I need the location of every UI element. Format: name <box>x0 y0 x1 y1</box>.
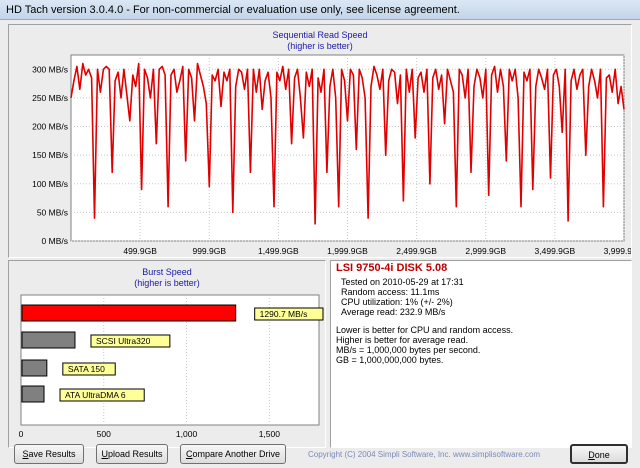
sequential-y-tick: 100 MB/s <box>32 179 68 189</box>
burst-speed-chart: 0 500 1,000 1,500 1290.7 MB/s SCSI Ultra320 SA… <box>19 294 324 439</box>
sequential-x-tick: 999.9GB <box>192 246 226 256</box>
burst-bar <box>21 331 76 349</box>
drive-info-panel: LSI 9750-4i DISK 5.08 Tested on 2010-05-… <box>330 260 632 448</box>
sequential-x-tick: 3,499.9GB <box>535 246 576 256</box>
note-lower-better: Lower is better for CPU and random acces… <box>336 325 514 335</box>
burst-bar <box>21 385 45 403</box>
upload-results-button[interactable]: Upload Results <box>96 444 168 464</box>
burst-bar-label: ATA UltraDMA 6 <box>65 390 126 400</box>
sequential-y-tick: 200 MB/s <box>32 122 68 132</box>
random-access: Random access: 11.1ms <box>341 287 440 297</box>
sequential-x-tick: 2,499.9GB <box>396 246 437 256</box>
sequential-x-tick: 2,999.9GB <box>465 246 506 256</box>
compare-another-drive-button[interactable]: Compare Another Drive <box>180 444 286 464</box>
sequential-y-tick: 300 MB/s <box>32 64 68 74</box>
sequential-x-tick: 1,999.9GB <box>327 246 368 256</box>
sequential-x-tick: 3,999.9GE <box>604 246 631 256</box>
done-button[interactable]: Done <box>570 444 628 464</box>
burst-bar-label: 1290.7 MB/s <box>260 309 308 319</box>
average-read: Average read: 232.9 MB/s <box>341 307 446 317</box>
sequential-y-tick: 50 MB/s <box>37 207 68 217</box>
window-title: HD Tach version 3.0.4.0 - For non-commer… <box>6 4 460 16</box>
burst-bar-label: SCSI Ultra320 <box>96 336 151 346</box>
burst-speed-panel: Burst Speed (higher is better) 0 500 1,000… <box>8 260 326 448</box>
burst-x-tick: 500 <box>97 429 111 439</box>
burst-bar-label: SATA 150 <box>68 364 105 374</box>
note-higher-better: Higher is better for average read. <box>336 335 469 345</box>
sequential-read-panel: Sequential Read Speed (higher is better)… <box>8 24 632 258</box>
note-mbs-definition: MB/s = 1,000,000 bytes per second. <box>336 345 481 355</box>
note-gb-definition: GB = 1,000,000,000 bytes. <box>336 355 444 365</box>
main-area: Sequential Read Speed (higher is better)… <box>0 20 640 468</box>
copyright-text: Copyright (C) 2004 Simpli Software, Inc.… <box>308 450 541 459</box>
sequential-read-chart: 0 MB/s 50 MB/s 100 MB/s 150 MB/s 200 MB/s 250… <box>32 54 631 256</box>
sequential-y-tick: 0 MB/s <box>42 236 68 246</box>
burst-bar <box>21 304 237 322</box>
burst-x-tick: 0 <box>19 429 24 439</box>
burst-bar <box>21 359 48 377</box>
save-results-button[interactable]: Save Results <box>14 444 84 464</box>
sequential-y-tick: 250 MB/s <box>32 93 68 103</box>
burst-x-tick: 1,500 <box>259 429 281 439</box>
sequential-x-tick: 1,499.9GB <box>258 246 299 256</box>
test-date: Tested on 2010-05-29 at 17:31 <box>341 277 464 287</box>
sequential-y-tick: 150 MB/s <box>32 150 68 160</box>
burst-x-tick: 1,000 <box>176 429 198 439</box>
sequential-x-tick: 499.9GB <box>123 246 157 256</box>
cpu-utilization: CPU utilization: 1% (+/- 2%) <box>341 297 453 307</box>
window-titlebar: HD Tach version 3.0.4.0 - For non-commer… <box>0 0 640 20</box>
drive-name: LSI 9750-4i DISK 5.08 <box>336 262 448 274</box>
